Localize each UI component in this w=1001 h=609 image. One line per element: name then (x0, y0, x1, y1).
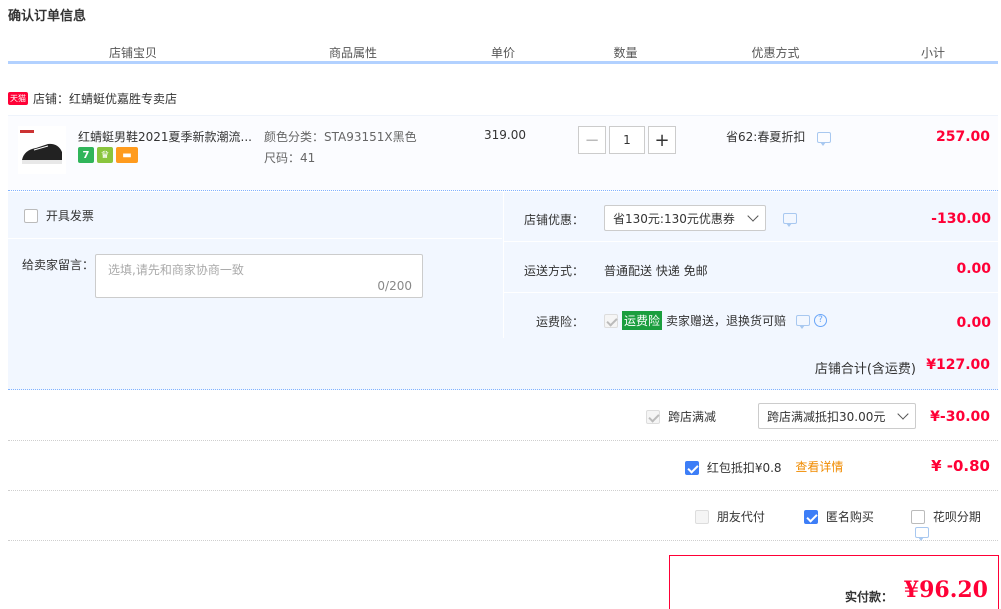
item-promo-label: 省62:春夏折扣 (726, 130, 806, 144)
cross-store-amount: ¥-30.00 (930, 409, 990, 425)
message-char-count: 0/200 (377, 279, 412, 293)
chevron-down-icon (897, 408, 909, 420)
payment-amount: ¥96.20 (903, 577, 988, 603)
chat-icon[interactable] (817, 132, 832, 146)
red-packet-checkbox[interactable] (685, 460, 699, 475)
cross-store-select[interactable]: 跨店满减抵扣30.00元 (758, 403, 916, 429)
shop-discount-value: 省130元:130元优惠券 (613, 211, 735, 226)
genuine-guarantee-icon[interactable]: ♛ (97, 147, 113, 163)
shop-discount-row: 店铺优惠： 省130元:130元优惠券 -130.00 (504, 192, 999, 242)
cross-store-option: 跨店满减 (646, 408, 716, 425)
chevron-down-icon (747, 210, 759, 222)
message-label: 给卖家留言： (22, 258, 95, 272)
chat-icon[interactable] (915, 527, 929, 541)
insurance-row: 运费险： 运费险 卖家赠送，退换货可赔 ? 0.00 (504, 294, 999, 344)
page-title: 确认订单信息 (8, 9, 87, 24)
shop-total-amount: ¥127.00 (926, 357, 990, 373)
insurance-amount: 0.00 (956, 315, 991, 331)
help-icon[interactable]: ? (814, 314, 828, 327)
shipping-amount: 0.00 (956, 261, 991, 277)
insurance-label: 运费险： (535, 315, 584, 329)
item-subtotal: 257.00 (935, 129, 990, 145)
right-pane: 店铺优惠： 省130元:130元优惠券 -130.00 运送方式： 普通配送 快… (503, 192, 999, 338)
friend-pay-checkbox[interactable] (695, 509, 709, 524)
invoice-option[interactable]: 开具发票 (24, 207, 94, 224)
quantity-plus-button[interactable]: + (648, 126, 676, 154)
insurance-text: 卖家赠送，退换货可赔 (666, 314, 787, 328)
left-pane: 开具发票 给卖家留言： 选填,请先和商家协商一致 0/200 (8, 192, 502, 338)
product-color: 颜色分类：STA93151X黑色 (264, 130, 417, 144)
shop-name[interactable]: 店铺：红蜻蜓优嘉胜专卖店 (33, 90, 177, 107)
anonymous-label: 匿名购买 (825, 510, 874, 524)
payment-summary: 实付款： ¥96.20 (669, 555, 999, 609)
red-packet-row: 红包抵扣¥0.8 查看详情 ¥ -0.80 (8, 441, 998, 491)
anonymous-option[interactable]: 匿名购买 (804, 508, 874, 525)
service-badges: 7 ♛ ▬ (78, 147, 138, 163)
col-quantity: 数量 (613, 46, 638, 60)
credit-card-icon[interactable]: ▬ (116, 147, 138, 163)
shipping-value: 普通配送 快递 免邮 (604, 264, 708, 278)
shop-total-row: 店铺合计(含运费) ¥127.00 (8, 346, 998, 390)
chat-icon[interactable] (796, 315, 811, 329)
message-placeholder: 选填,请先和商家协商一致 (108, 263, 244, 277)
friend-pay-label: 朋友代付 (716, 510, 765, 524)
shop-row: 天猫 店铺：红蜻蜓优嘉胜专卖店 (8, 88, 177, 108)
huabei-checkbox[interactable] (911, 509, 925, 524)
shop-total-label: 店铺合计(含运费) (814, 362, 916, 377)
insurance-tag: 运费险 (622, 311, 663, 330)
col-subtotal: 小计 (920, 46, 945, 60)
invoice-label: 开具发票 (45, 209, 94, 223)
item-promo: 省62:春夏折扣 (726, 128, 832, 146)
cross-store-row: 跨店满减 跨店满减抵扣30.00元 ¥-30.00 (8, 391, 998, 441)
cross-store-checkbox (646, 409, 661, 424)
order-item-row: 红蜻蜓男鞋2021夏季新款潮流... 7 ♛ ▬ 颜色分类：STA93151X黑… (8, 115, 998, 191)
cross-store-label: 跨店满减 (667, 410, 716, 424)
friend-pay-option[interactable]: 朋友代付 (695, 508, 765, 525)
product-thumbnail[interactable] (18, 126, 66, 174)
shipping-label: 运送方式： (523, 264, 584, 278)
red-packet-label: 红包抵扣¥0.8 (706, 461, 782, 475)
view-details-link[interactable]: 查看详情 (795, 460, 843, 474)
col-unit-price: 单价 (490, 46, 515, 60)
seven-day-return-icon[interactable]: 7 (78, 147, 94, 163)
cross-store-value: 跨店满减抵扣30.00元 (767, 409, 886, 424)
product-size: 尺码：41 (264, 151, 316, 165)
huabei-option[interactable]: 花呗分期 (911, 508, 998, 541)
chat-icon[interactable] (783, 213, 797, 227)
col-attributes: 商品属性 (328, 46, 377, 60)
invoice-checkbox[interactable] (24, 208, 38, 223)
quantity-stepper: − 1 + (578, 126, 676, 154)
shop-discount-amount: -130.00 (931, 211, 991, 227)
unit-price: 319.00 (484, 128, 526, 142)
shipping-row: 运送方式： 普通配送 快递 免邮 0.00 (504, 243, 999, 293)
col-promo: 优惠方式 (751, 46, 800, 60)
message-textarea[interactable]: 选填,请先和商家协商一致 0/200 (95, 254, 423, 298)
column-header: 店铺宝贝 商品属性 单价 数量 优惠方式 小计 (8, 40, 998, 64)
red-packet-amount: ¥ -0.80 (931, 457, 990, 475)
red-packet-option[interactable]: 红包抵扣¥0.8 查看详情 (685, 458, 843, 476)
quantity-minus-button[interactable]: − (578, 126, 606, 154)
quantity-input[interactable]: 1 (609, 126, 645, 154)
payment-label: 实付款： (845, 590, 894, 604)
col-shop-item: 店铺宝贝 (108, 46, 157, 60)
pay-options-row: 朋友代付 匿名购买 花呗分期 (8, 491, 998, 541)
shop-discount-label: 店铺优惠： (523, 213, 584, 227)
insurance-checkbox (604, 313, 618, 328)
product-name[interactable]: 红蜻蜓男鞋2021夏季新款潮流... (78, 128, 258, 145)
tmall-icon: 天猫 (8, 91, 28, 105)
anonymous-checkbox[interactable] (804, 509, 818, 524)
shop-discount-select[interactable]: 省130元:130元优惠券 (604, 205, 766, 231)
huabei-label: 花呗分期 (932, 510, 981, 524)
insurance-option: 运费险 卖家赠送，退换货可赔 ? (604, 311, 828, 330)
order-details: 开具发票 给卖家留言： 选填,请先和商家协商一致 0/200 店铺优惠： 省13… (8, 192, 999, 390)
